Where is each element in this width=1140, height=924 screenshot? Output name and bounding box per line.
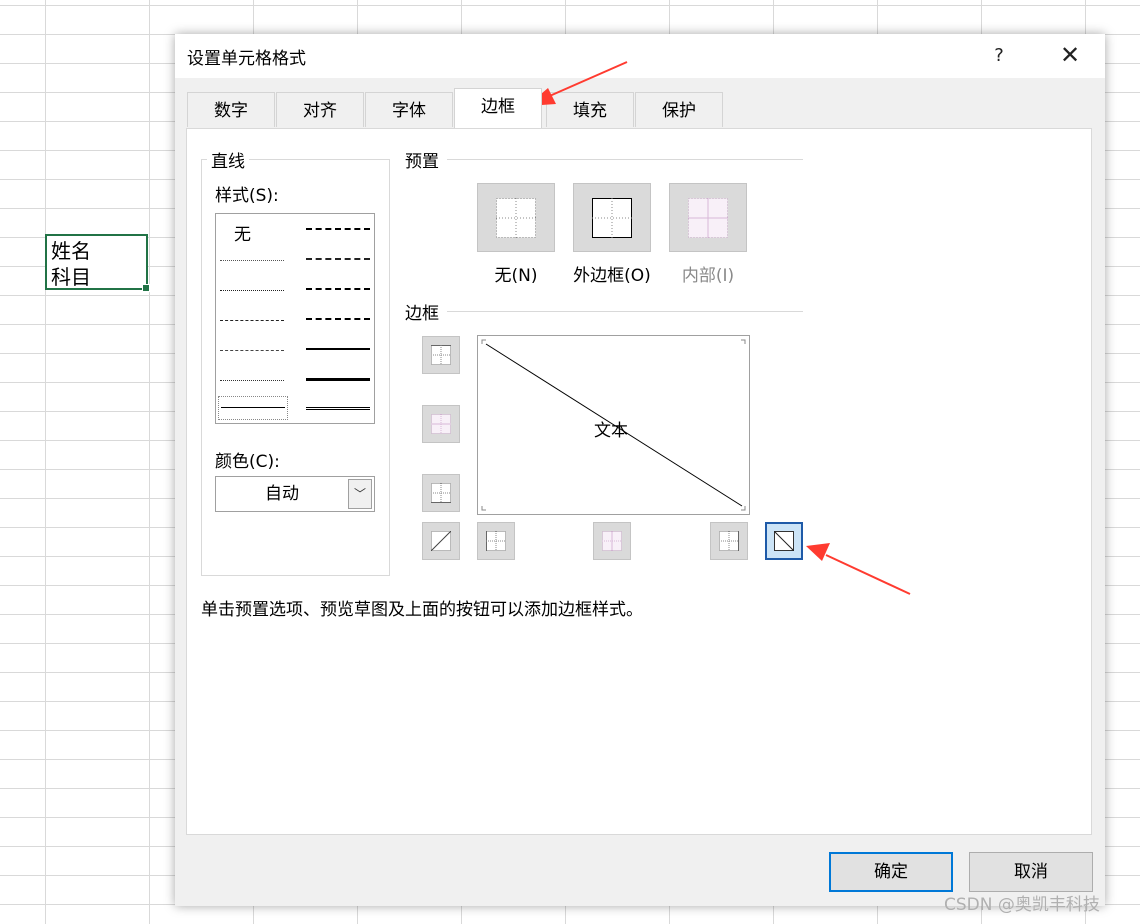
help-button[interactable]: ? bbox=[983, 40, 1015, 72]
line-style-thick[interactable] bbox=[306, 378, 370, 381]
border-inside-vertical-button[interactable] bbox=[593, 522, 631, 560]
line-group-label: 直线 bbox=[207, 147, 249, 172]
selected-cell[interactable]: 姓名 科目 bbox=[45, 234, 150, 292]
border-tab-panel: 直线 样式(S): 无 颜色(C): 自动 ﹀ 预置 无(N) 外边框(O) 内… bbox=[186, 128, 1092, 835]
fill-handle[interactable] bbox=[142, 284, 150, 292]
cell-line-2: 科目 bbox=[51, 265, 91, 289]
tab-protection[interactable]: 保护 bbox=[635, 92, 723, 127]
line-style-slant-dash-dot[interactable] bbox=[306, 258, 370, 260]
preset-inside-icon bbox=[688, 198, 728, 238]
line-style-dashed[interactable] bbox=[220, 380, 284, 381]
line-style-double[interactable] bbox=[306, 407, 370, 411]
line-style-thin-selected[interactable] bbox=[218, 396, 288, 420]
line-style-medium-dash-dot[interactable] bbox=[306, 288, 370, 290]
preset-inside-label: 内部(I) bbox=[681, 266, 735, 286]
dialog-title: 设置单元格格式 bbox=[187, 49, 306, 69]
line-style-medium-dashed[interactable] bbox=[306, 318, 370, 320]
ok-button[interactable]: 确定 bbox=[829, 852, 953, 892]
line-style-dotted[interactable] bbox=[220, 290, 284, 291]
presets-section-label: 预置 bbox=[401, 147, 443, 172]
border-top-button[interactable] bbox=[422, 336, 460, 374]
chevron-down-icon[interactable]: ﹀ bbox=[348, 479, 372, 509]
line-style-medium-dash-dot-dot[interactable] bbox=[306, 228, 370, 230]
border-section-label: 边框 bbox=[401, 299, 443, 324]
border-preview[interactable]: 文本 bbox=[477, 335, 750, 515]
presets-divider bbox=[447, 159, 803, 160]
watermark: CSDN @奥凯丰科技 bbox=[944, 895, 1100, 915]
preset-outline-icon bbox=[592, 198, 632, 238]
border-left-button[interactable] bbox=[477, 522, 515, 560]
border-right-icon bbox=[719, 531, 739, 551]
preset-none-label: 无(N) bbox=[494, 266, 538, 286]
preview-text: 文本 bbox=[594, 421, 628, 441]
border-left-icon bbox=[486, 531, 506, 551]
border-right-button[interactable] bbox=[710, 522, 748, 560]
preset-none-icon bbox=[496, 198, 536, 238]
style-label: 样式(S): bbox=[215, 186, 279, 206]
hint-text: 单击预置选项、预览草图及上面的按钮可以添加边框样式。 bbox=[201, 600, 643, 620]
cancel-button[interactable]: 取消 bbox=[969, 852, 1093, 892]
tab-font[interactable]: 字体 bbox=[365, 92, 453, 127]
color-value: 自动 bbox=[265, 484, 299, 504]
close-button[interactable]: ✕ bbox=[1053, 40, 1087, 72]
border-inside-horizontal-icon bbox=[431, 414, 451, 434]
tab-fill[interactable]: 填充 bbox=[546, 92, 634, 127]
dialog-titlebar: 设置单元格格式 ? ✕ bbox=[175, 34, 1105, 78]
line-style-medium[interactable] bbox=[306, 348, 370, 350]
preset-none-button[interactable] bbox=[477, 183, 555, 252]
line-style-hair[interactable] bbox=[220, 260, 284, 261]
diagonal-up-icon bbox=[431, 531, 451, 551]
line-style-dash-dot[interactable] bbox=[220, 350, 284, 351]
tab-alignment[interactable]: 对齐 bbox=[276, 92, 364, 127]
border-bottom-button[interactable] bbox=[422, 474, 460, 512]
diagonal-down-icon bbox=[774, 531, 794, 551]
border-diagonal-up-button[interactable] bbox=[422, 522, 460, 560]
border-top-icon bbox=[431, 345, 451, 365]
line-style-list[interactable]: 无 bbox=[215, 213, 375, 424]
preset-outline-label: 外边框(O) bbox=[573, 266, 651, 286]
format-cells-dialog: 设置单元格格式 ? ✕ 数字 对齐 字体 边框 填充 保护 直线 样式(S): … bbox=[175, 34, 1105, 906]
line-style-none[interactable]: 无 bbox=[234, 220, 251, 245]
cell-line-1: 姓名 bbox=[51, 239, 91, 263]
preset-inside-button[interactable] bbox=[669, 183, 747, 252]
tab-border[interactable]: 边框 bbox=[454, 88, 542, 128]
color-label: 颜色(C): bbox=[215, 452, 280, 472]
border-inside-vertical-icon bbox=[602, 531, 622, 551]
border-diagonal-down-button[interactable] bbox=[765, 522, 803, 560]
line-style-dash-dot-dot[interactable] bbox=[220, 320, 284, 321]
border-inside-horizontal-button[interactable] bbox=[422, 405, 460, 443]
color-dropdown[interactable]: 自动 ﹀ bbox=[215, 476, 375, 512]
border-divider bbox=[447, 311, 803, 312]
preset-outline-button[interactable] bbox=[573, 183, 651, 252]
tab-number[interactable]: 数字 bbox=[187, 92, 275, 127]
border-bottom-icon bbox=[431, 483, 451, 503]
